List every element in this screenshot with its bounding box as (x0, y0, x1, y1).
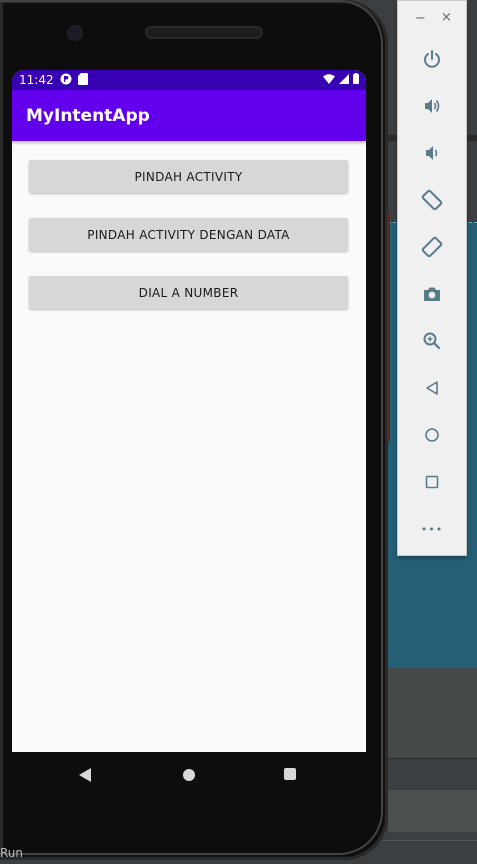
pindah-activity-dengan-data-button[interactable]: PINDAH ACTIVITY DENGAN DATA (29, 218, 348, 251)
ide-run-label[interactable]: Run (0, 846, 23, 860)
phone-side-button (387, 212, 390, 442)
earpiece-speaker (147, 28, 261, 37)
power-icon[interactable] (420, 47, 444, 71)
status-notification-icons (60, 73, 88, 88)
back-icon[interactable] (420, 376, 444, 400)
dial-a-number-button[interactable]: DIAL A NUMBER (29, 276, 348, 309)
play-protect-icon (60, 73, 72, 88)
emulator-toolbar: − × ••• (397, 0, 467, 556)
overview-icon[interactable] (420, 470, 444, 494)
signal-icon (339, 73, 349, 87)
app-title: MyIntentApp (26, 106, 150, 126)
status-system-icons (323, 73, 359, 87)
phone-frame: 11:42 MyIntentApp PINDAH ACTIVITY PINDAH… (0, 0, 388, 860)
zoom-icon[interactable] (420, 329, 444, 353)
close-icon[interactable]: × (441, 10, 452, 25)
back-icon[interactable] (78, 767, 92, 787)
wifi-icon (323, 73, 335, 87)
home-icon[interactable] (420, 423, 444, 447)
ide-panel (388, 758, 477, 789)
sd-card-icon (78, 73, 88, 88)
volume-up-icon[interactable] (420, 94, 444, 118)
overview-icon[interactable] (284, 768, 296, 780)
minimize-icon[interactable]: − (415, 11, 426, 26)
app-bar: MyIntentApp (12, 90, 366, 141)
ide-panel (388, 668, 477, 758)
front-camera (69, 27, 81, 39)
volume-down-icon[interactable] (420, 141, 444, 165)
rotate-right-icon[interactable] (420, 235, 444, 259)
status-time: 11:42 (19, 73, 54, 87)
pindah-activity-button[interactable]: PINDAH ACTIVITY (29, 160, 348, 193)
more-options-icon[interactable]: ••• (420, 517, 444, 541)
rotate-left-icon[interactable] (420, 188, 444, 212)
camera-icon[interactable] (420, 282, 444, 306)
home-icon[interactable] (183, 769, 195, 781)
device-screen: 11:42 MyIntentApp PINDAH ACTIVITY PINDAH… (12, 70, 366, 752)
ide-panel (388, 790, 477, 832)
battery-icon (353, 73, 359, 87)
status-bar: 11:42 (12, 70, 366, 90)
emulator-window-controls: − × (398, 10, 466, 29)
